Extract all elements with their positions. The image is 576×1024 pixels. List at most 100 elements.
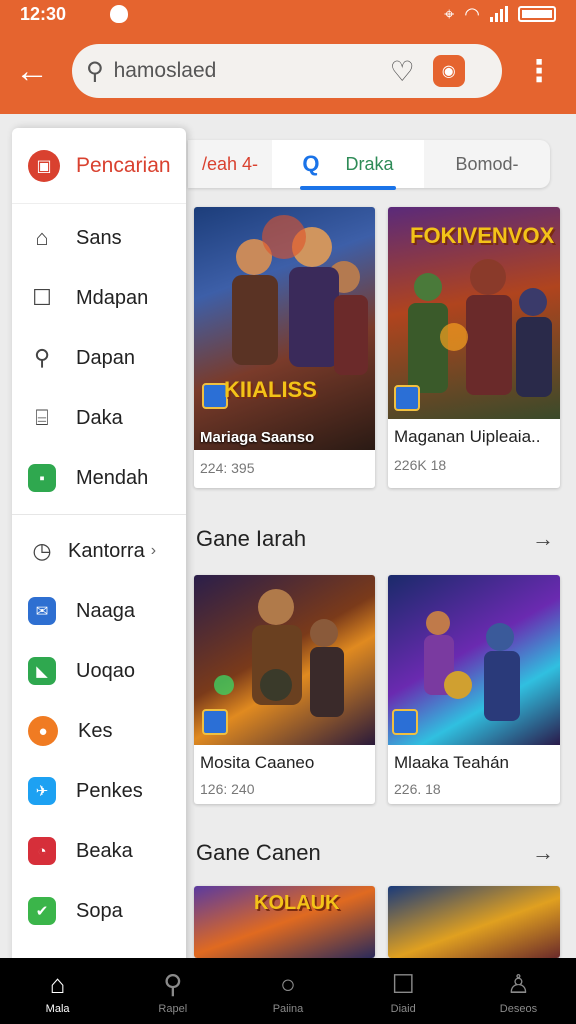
green-app-icon: ▪ — [28, 464, 56, 492]
home-icon: ⌂ — [49, 968, 66, 999]
home-outline-icon: ⌂ — [35, 225, 49, 250]
drawer-app-item[interactable]: ✈ Penkes — [12, 761, 186, 821]
drawer-section-header[interactable]: ◷ Kantorra › — [12, 521, 186, 581]
nav-home[interactable]: ⌂ Mala — [0, 958, 115, 1024]
tab-2[interactable]: Q Draka — [272, 140, 424, 190]
status-time: 12:30 — [20, 3, 67, 24]
section-title: Gane Iarah — [196, 526, 307, 551]
orange-circle-icon: ● — [28, 716, 58, 746]
search-icon: ⚲ — [86, 57, 104, 85]
search-icon: Q — [302, 151, 320, 176]
location-icon: ⌖ — [444, 3, 455, 24]
game-meta: 226K 18 — [394, 457, 447, 473]
drawer-app-item[interactable]: ✔ Sopa — [12, 881, 186, 941]
chat-icon: ◣ — [28, 657, 56, 685]
drawer-item[interactable]: ☐ Mdapan — [12, 268, 186, 328]
game-card[interactable]: KOLAUK — [194, 886, 375, 958]
section-title: Gane Canen — [196, 840, 321, 865]
drawer-item-label: Beaka — [76, 839, 133, 862]
navigation-drawer: ▣ Pencarian ⌂ Sans ☐ Mdapan ⚲ Dapan ⌸ Da… — [12, 128, 186, 964]
signal-icon — [490, 6, 508, 22]
drawer-item[interactable]: ⚲ Dapan — [12, 328, 186, 388]
drawer-divider — [12, 514, 186, 515]
drawer-item-label: Penkes — [76, 779, 143, 802]
game-artwork: KOLAUK — [194, 886, 375, 958]
bird-icon: ✈ — [28, 777, 56, 805]
nav-circle[interactable]: ○ Paiina — [230, 958, 345, 1024]
battery-icon — [518, 6, 556, 22]
arrow-right-icon[interactable]: → — [532, 840, 554, 866]
more-options-icon[interactable]: ⋮ — [524, 54, 554, 89]
shield-icon — [110, 5, 129, 23]
nav-label: Mala — [45, 1003, 70, 1015]
tab-3-label: Bomod- — [455, 153, 519, 174]
drawer-section-label: Kantorra — [68, 539, 145, 562]
drawer-item-label: Mdapan — [76, 286, 149, 309]
person-icon: ♙ — [506, 968, 531, 999]
drawer-app-item[interactable]: ✉ Naaga — [12, 581, 186, 641]
game-card[interactable]: KIIALISS Mariaga Saanso 224: 395 — [194, 207, 375, 488]
square-icon: ☐ — [391, 968, 415, 999]
mail-icon: ✉ — [28, 597, 56, 625]
back-button[interactable]: ← — [0, 39, 64, 103]
clock-icon: ◷ — [32, 538, 52, 563]
game-badge-icon — [394, 385, 420, 411]
game-logo-text: KIIALISS — [224, 377, 317, 402]
circle-icon: ○ — [280, 968, 296, 999]
game-title: Mosita Caaneo — [200, 753, 315, 772]
drawer-item-label: Sans — [76, 226, 122, 249]
tab-1[interactable]: /eah 4- — [188, 140, 272, 188]
drawer-header-label: Pencarian — [76, 153, 171, 177]
game-card[interactable]: Mlaaka Teahán 226. 18 — [388, 575, 560, 804]
game-meta: 224: 395 — [200, 460, 255, 476]
leaf-icon: ✔ — [28, 897, 56, 925]
status-bar: 12:30 ⌖ ◠ — [0, 0, 576, 28]
drawer-item[interactable]: ⌸ Daka — [12, 388, 186, 448]
heart-icon[interactable]: ♡ — [390, 55, 415, 88]
game-artwork — [388, 575, 560, 745]
game-logo-text: FOKIVENVOX — [410, 223, 555, 248]
drawer-app-item[interactable]: ◣ Uoqao — [12, 641, 186, 701]
drawer-item-label: Sopa — [76, 899, 123, 922]
red-app-icon: ◔ — [28, 837, 56, 865]
drawer-item-label: Daka — [76, 406, 123, 429]
camera-icon[interactable]: ◉ — [432, 55, 465, 87]
drawer-item-label: Naaga — [76, 599, 135, 622]
nav-profile[interactable]: ♙ Deseos — [461, 958, 576, 1024]
square-outline-icon: ☐ — [32, 285, 52, 310]
search-icon: ⚲ — [163, 968, 183, 999]
game-card[interactable]: FOKIVENVOX Maganan Uipleaia.. 226K 18 — [388, 207, 560, 488]
nav-square[interactable]: ☐ Diaid — [346, 958, 461, 1024]
drawer-item[interactable]: ▪ Mendah — [12, 448, 186, 508]
app-header: ← ⚲ ♡ ◉ ⋮ — [0, 28, 576, 114]
chevron-right-icon: › — [150, 542, 157, 559]
nav-label: Rapel — [158, 1003, 188, 1015]
game-card[interactable]: Mosita Caaneo 126: 240 — [194, 575, 375, 804]
drawer-item[interactable]: ⌂ Sans — [12, 208, 186, 268]
game-title: Mlaaka Teahán — [394, 753, 509, 772]
drawer-header[interactable]: ▣ Pencarian — [12, 128, 186, 204]
game-card[interactable] — [388, 886, 560, 958]
nav-search[interactable]: ⚲ Rapel — [115, 958, 230, 1024]
drawer-item-label: Uoqao — [76, 659, 135, 682]
heroes-illustration — [232, 215, 368, 375]
game-overlay-title: Mariaga Saanso — [200, 429, 315, 446]
game-meta: 126: 240 — [200, 781, 255, 797]
arrow-right-icon[interactable]: → — [532, 526, 554, 552]
bottom-navigation: ⌂ Mala ⚲ Rapel ○ Paiina ☐ Diaid ♙ Deseos — [0, 958, 576, 1024]
search-input[interactable] — [113, 59, 384, 83]
game-logo-text: KOLAUK — [254, 892, 340, 914]
drawer-item-label: Dapan — [76, 346, 135, 369]
tab-3[interactable]: Bomod- — [424, 140, 550, 188]
status-icons: ⌖ ◠ — [444, 4, 556, 25]
game-badge-icon — [392, 709, 418, 735]
game-artwork: FOKIVENVOX — [388, 207, 560, 419]
nav-label: Paiina — [272, 1003, 304, 1015]
search-bar[interactable]: ⚲ ♡ ◉ — [72, 44, 502, 98]
drawer-app-item[interactable]: ● Kes — [12, 701, 186, 761]
tab-bar: /eah 4- Q Draka Bomod- — [188, 140, 550, 190]
app-logo-icon: ▣ — [28, 149, 60, 182]
nav-label: Deseos — [499, 1003, 538, 1015]
tab-1-label: /eah 4- — [201, 153, 259, 174]
drawer-app-item[interactable]: ◔ Beaka — [12, 821, 186, 881]
